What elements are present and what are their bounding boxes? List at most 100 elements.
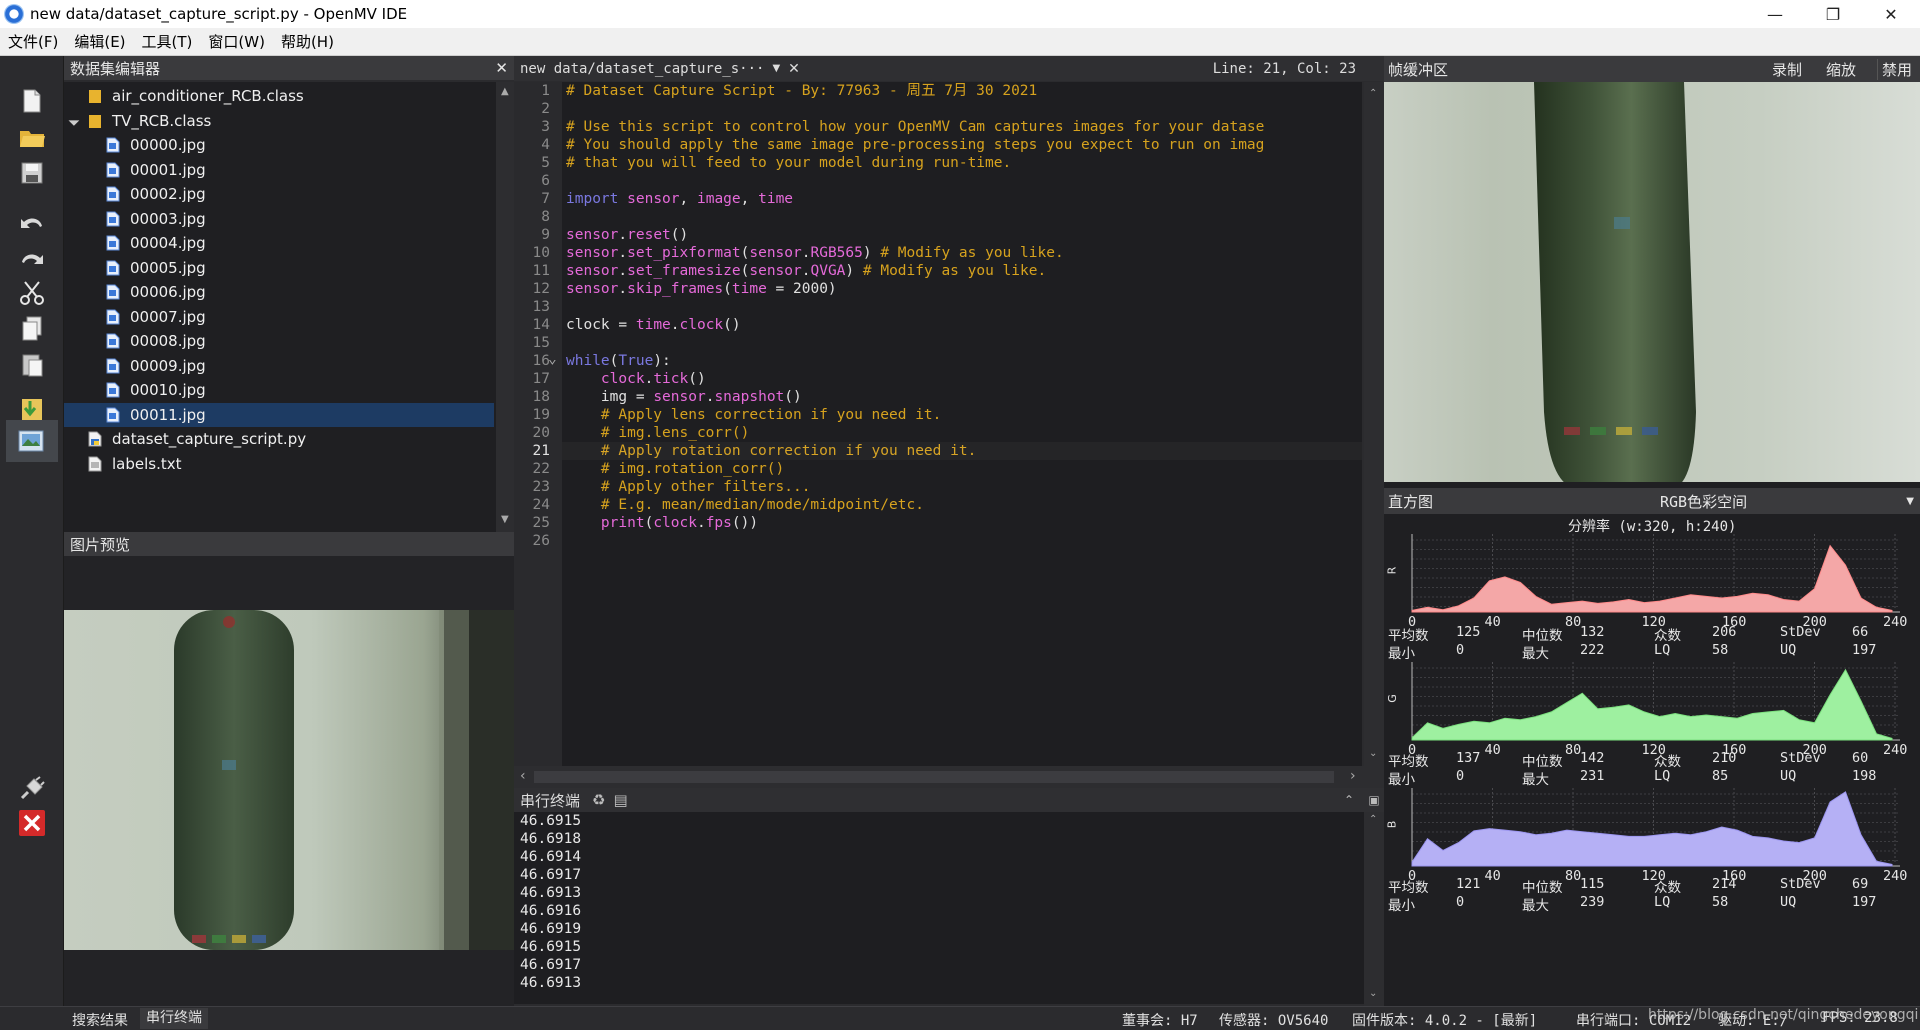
colorspace-dropdown-icon[interactable]: ▼ (1906, 496, 1914, 507)
histogram-b-chart (1411, 788, 1900, 867)
tree-scrollbar[interactable]: ▲ ▼ (496, 82, 514, 532)
serial-terminal-tab[interactable]: 串行终端 (140, 1008, 208, 1029)
tree-item[interactable]: 00004.jpg (64, 231, 494, 255)
serial-save-icon[interactable]: ▤ (613, 791, 627, 809)
search-results-tab[interactable]: 搜索结果 (72, 1010, 128, 1030)
code-line: # that you will feed to your model durin… (566, 155, 1012, 171)
frame-buffer-header: 帧缓冲区 录制 缩放 禁用 (1384, 56, 1920, 82)
colorspace-select[interactable]: RGB色彩空间 (1660, 491, 1747, 512)
maximize-button[interactable]: ❐ (1804, 0, 1862, 28)
tree-item-label: air_conditioner_RCB.class (112, 87, 304, 105)
code-line: clock = time.clock() (566, 317, 741, 333)
zoom-button[interactable]: 缩放 (1826, 59, 1856, 80)
tree-item[interactable]: 00005.jpg (64, 256, 494, 280)
connect-icon[interactable] (14, 772, 50, 806)
tree-item[interactable]: 00002.jpg (64, 182, 494, 206)
editor-hscrollbar[interactable]: ‹ › (514, 766, 1384, 788)
serial-line: 46.6916 (520, 903, 582, 919)
cursor-position: Line: 21, Col: 23 (1212, 60, 1356, 77)
save-icon[interactable] (14, 156, 50, 190)
copy-icon[interactable] (14, 312, 50, 346)
code-line: sensor.reset() (566, 227, 689, 243)
line-number: 2 (541, 101, 550, 117)
menu-help[interactable]: 帮助(H) (273, 31, 342, 52)
disable-button[interactable]: 禁用 (1877, 58, 1912, 80)
tree-item-label: TV_RCB.class (112, 111, 212, 130)
serial-collapse-icon[interactable]: ⌃ (1344, 793, 1354, 807)
serial-terminal-output[interactable]: 46.6915 46.6918 46.6914 46.6917 46.6913 46.69… (514, 812, 1364, 1004)
tree-item[interactable]: dataset_capture_script.py (64, 427, 494, 451)
tree-item[interactable]: 00003.jpg (64, 207, 494, 231)
histogram-stat: 最大 (1522, 646, 1549, 662)
tree-item[interactable]: 00000.jpg (64, 133, 494, 157)
paste-icon[interactable] (14, 348, 50, 382)
image-file-icon (106, 211, 120, 227)
minimize-button[interactable]: — (1746, 0, 1804, 28)
serial-line: 46.6913 (520, 885, 582, 901)
code-line: # You should apply the same image pre-pr… (566, 137, 1265, 153)
main-toolbar (0, 56, 64, 1030)
expand-arrow-icon[interactable]: ◢ (67, 114, 80, 127)
tree-item[interactable]: air_conditioner_RCB.class (64, 84, 494, 108)
histogram-stat: 58 (1712, 642, 1729, 658)
close-tab-icon[interactable]: ✕ (788, 61, 800, 77)
line-number: 17 (532, 371, 550, 387)
redo-icon[interactable] (14, 240, 50, 274)
tree-item[interactable]: 00008.jpg (64, 329, 494, 353)
histogram-g-area (1411, 668, 1893, 741)
histogram-stats-row: 平均数 137 中位数 142 众数 210 StDev 60 (1388, 750, 1918, 770)
stop-icon[interactable] (14, 806, 50, 840)
histogram-stat: 平均数 (1388, 754, 1429, 770)
image-file-icon (106, 235, 120, 251)
histogram-stat: 众数 (1654, 880, 1681, 896)
tree-item[interactable]: 00009.jpg (64, 354, 494, 378)
serial-clear-icon[interactable]: ♻ (592, 791, 605, 809)
serial-float-icon[interactable]: ▣ (1364, 788, 1384, 812)
tree-item-label: 00000.jpg (130, 136, 206, 154)
tree-item[interactable]: 00006.jpg (64, 280, 494, 304)
tree-item[interactable]: 00011.jpg (64, 402, 494, 427)
histogram-stat: 69 (1852, 876, 1869, 892)
fold-marker-icon[interactable]: ⌄ (548, 350, 557, 368)
histogram-stats-row: 最小 0 最大 239 LQ 58 UQ 197 (1388, 894, 1918, 914)
tree-item-label: 00007.jpg (130, 307, 206, 326)
image-file-icon (106, 284, 120, 300)
line-number: 11 (532, 263, 550, 279)
image-viewer-icon[interactable] (6, 420, 58, 462)
menu-tools[interactable]: 工具(T) (134, 31, 201, 52)
tab-dropdown-icon[interactable]: ▼ (772, 63, 780, 74)
cut-icon[interactable] (14, 276, 50, 310)
close-window-button[interactable]: ✕ (1862, 0, 1920, 28)
editor-tab[interactable]: new data/dataset_capture_s··· (514, 61, 764, 77)
tree-item[interactable]: labels.txt (64, 452, 494, 476)
code-line: # Apply lens correction if you need it. (600, 407, 942, 423)
line-number: 26 (532, 533, 550, 549)
firmware-label[interactable]: 固件版本: 4.0.2 - [最新] (1352, 1010, 1537, 1030)
line-number: 19 (532, 407, 550, 423)
tree-item[interactable]: 00007.jpg (64, 305, 494, 329)
open-folder-icon[interactable] (14, 120, 50, 154)
histogram-stat: 231 (1580, 768, 1605, 784)
editor-vscrollbar[interactable]: ⌃ ⌄ (1364, 82, 1384, 766)
image-file-icon (106, 333, 120, 349)
record-button[interactable]: 录制 (1772, 59, 1802, 80)
line-number: 9 (541, 227, 550, 243)
undo-icon[interactable] (14, 204, 50, 238)
code-line: # img.rotation_corr() (600, 461, 785, 477)
frame-buffer-image (1384, 82, 1920, 488)
tree-item[interactable]: 00010.jpg (64, 378, 494, 402)
code-editor[interactable]: # Dataset Capture Script - By: 77963 - 周… (562, 82, 1362, 766)
serial-scrollbar[interactable]: ⌃ ⌄ (1364, 812, 1384, 1006)
tree-item[interactable]: ◢ TV_RCB.class (64, 109, 494, 133)
histogram-stat: 115 (1580, 876, 1605, 892)
menu-window[interactable]: 窗口(W) (200, 31, 273, 52)
close-panel-icon[interactable]: ✕ (495, 59, 508, 77)
serial-terminal-title: 串行终端 (520, 791, 581, 810)
image-preview-header: 图片预览 (64, 532, 514, 556)
menu-file[interactable]: 文件(F) (0, 31, 66, 52)
new-file-icon[interactable] (14, 84, 50, 118)
menu-edit[interactable]: 编辑(E) (66, 31, 133, 52)
tree-item[interactable]: 00001.jpg (64, 158, 494, 182)
resolution-label: 分辨率 (w:320, h:240) (1568, 519, 1737, 535)
